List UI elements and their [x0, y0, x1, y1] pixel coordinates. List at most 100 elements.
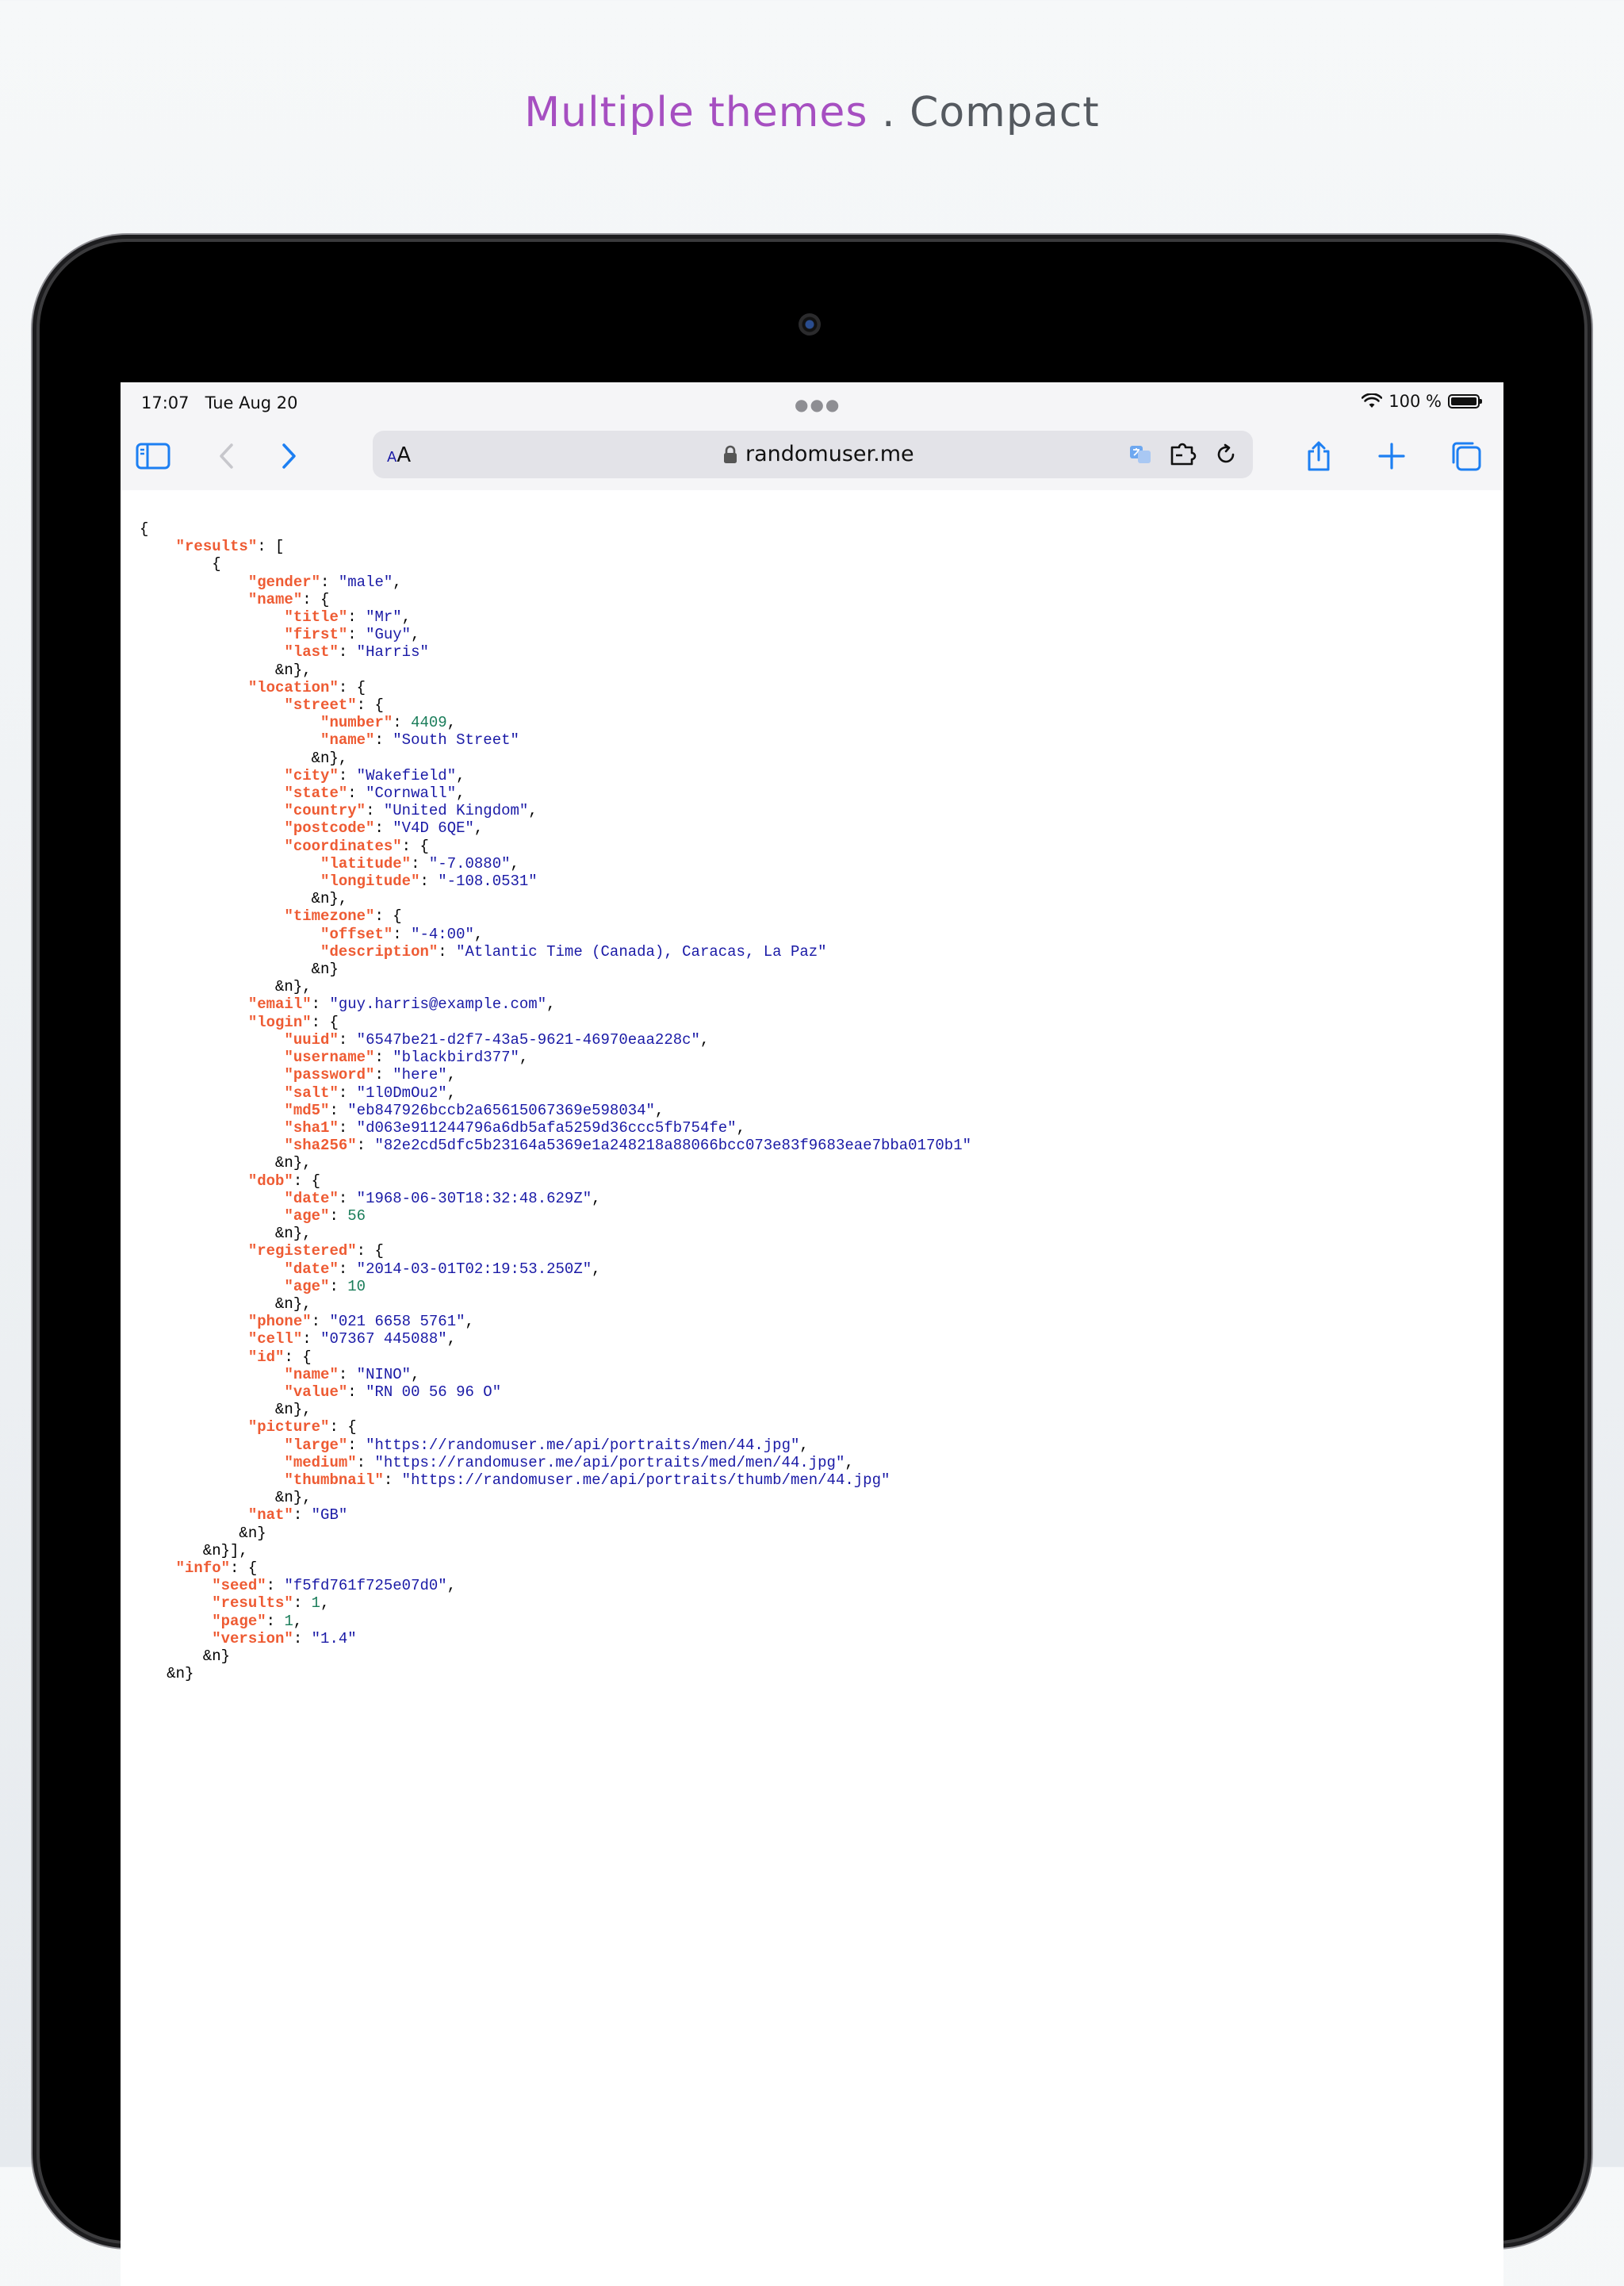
tabs-icon [1452, 442, 1481, 471]
json-punct [140, 626, 284, 643]
json-punct [140, 731, 320, 749]
json-key: "dob" [247, 1172, 293, 1190]
json-viewer: { "results": [ { "gender": "male", "name… [140, 520, 1503, 1682]
json-punct: : [347, 608, 366, 627]
json-string: "https://randomuser.me/api/portraits/men… [366, 1436, 800, 1454]
forward-button[interactable] [270, 436, 309, 476]
json-line: &n}, [140, 750, 1503, 767]
json-punct [140, 1031, 284, 1049]
json-string: "07367 445088" [320, 1330, 447, 1348]
ipad-screen: 17:07 Tue Aug 20 ●●● 100 % AA randomuser… [121, 382, 1503, 2286]
share-button[interactable] [1299, 436, 1339, 476]
json-punct: , [519, 1049, 529, 1067]
json-key: "salt" [284, 1084, 339, 1102]
json-string: "GB" [311, 1506, 348, 1525]
json-punct [140, 1084, 284, 1102]
status-time-date: 17:07 Tue Aug 20 [141, 393, 298, 412]
json-key: "coordinates" [284, 837, 402, 855]
json-line: "state": "Cornwall", [140, 784, 1503, 802]
json-punct [140, 1559, 176, 1577]
json-line: "sha1": "d063e911244796a6db5afa5259d36cc… [140, 1119, 1503, 1137]
json-key: "age" [284, 1277, 330, 1295]
json-punct [140, 926, 320, 943]
translate-button[interactable] [1126, 440, 1155, 469]
json-punct: , [473, 819, 484, 838]
json-string: "6547be21-d2f7-43a5-9621-46970eaa228c" [356, 1030, 700, 1049]
json-string: "-4:00" [411, 925, 474, 943]
json-punct: : [329, 1206, 348, 1225]
json-punct: : [293, 1594, 312, 1613]
json-key: "thumbnail" [284, 1471, 384, 1489]
json-punct [140, 784, 284, 802]
json-string: "Wakefield" [356, 766, 457, 784]
json-punct: , [446, 1066, 457, 1084]
text-size-button[interactable]: AA [387, 443, 411, 467]
json-punct: : [302, 1330, 321, 1348]
json-punct [140, 1594, 212, 1612]
page-content: { "results": [ { "gender": "male", "name… [121, 490, 1503, 2286]
address-bar[interactable]: AA randomuser.me [373, 431, 1253, 478]
tabs-overview-button[interactable] [1446, 436, 1486, 476]
json-key: "name" [247, 590, 303, 608]
json-punct: : { [302, 590, 330, 608]
json-punct: : { [356, 696, 384, 715]
json-line: "picture": { [140, 1418, 1503, 1436]
json-key: "timezone" [284, 907, 375, 926]
json-key: "nat" [247, 1506, 293, 1525]
json-punct [140, 1330, 248, 1348]
json-punct: : [293, 1506, 312, 1525]
url-host[interactable]: randomuser.me [723, 442, 914, 466]
json-punct: : [266, 1577, 285, 1595]
json-key: "login" [247, 1013, 312, 1031]
json-punct: : [329, 1101, 348, 1119]
json-line: "location": { [140, 679, 1503, 696]
json-number: 1 [311, 1594, 321, 1613]
json-punct: , [293, 1612, 303, 1630]
json-punct [140, 1137, 284, 1154]
json-punct: : [374, 1049, 393, 1067]
multitasking-dots-icon[interactable]: ●●● [795, 395, 841, 414]
json-punct: , [465, 1313, 474, 1331]
extensions-button[interactable] [1169, 440, 1197, 469]
camera-icon [799, 313, 821, 336]
json-key: "registered" [247, 1242, 357, 1260]
json-punct: , [456, 784, 465, 803]
json-line: &n}, [140, 890, 1503, 907]
json-line: "country": "United Kingdom", [140, 802, 1503, 819]
json-line: &n}, [140, 1489, 1503, 1506]
json-string: "Mr" [366, 608, 402, 627]
json-line: &n}, [140, 978, 1503, 995]
json-punct: : [411, 854, 429, 873]
json-punct [140, 538, 176, 555]
reload-icon [1217, 443, 1235, 463]
json-punct [140, 1436, 284, 1454]
json-line: &n} [140, 1647, 1503, 1665]
json-punct: &n}, [140, 890, 348, 908]
json-punct: , [411, 1365, 420, 1383]
json-punct: : [393, 925, 412, 943]
json-line: "name": "NINO", [140, 1366, 1503, 1383]
json-key: "location" [247, 678, 339, 696]
back-button[interactable] [206, 436, 246, 476]
sidebar-button[interactable] [133, 436, 173, 476]
json-punct: : [347, 784, 366, 803]
json-punct: : { [356, 1242, 384, 1260]
json-punct: , [320, 1594, 330, 1613]
json-punct: : { [329, 1418, 357, 1436]
new-tab-button[interactable] [1372, 436, 1411, 476]
json-punct: : { [338, 678, 366, 696]
json-string: "1l0DmOu2" [356, 1084, 447, 1102]
json-punct: : [338, 643, 357, 662]
json-punct: , [456, 766, 465, 784]
json-key: "picture" [247, 1418, 330, 1436]
json-line: "name": "South Street" [140, 731, 1503, 749]
json-line: "offset": "-4:00", [140, 926, 1503, 943]
json-key: "age" [284, 1206, 330, 1225]
json-punct: , [473, 925, 484, 943]
json-punct: : [293, 1629, 312, 1647]
reload-button[interactable] [1212, 440, 1240, 469]
json-line: "version": "1.4" [140, 1630, 1503, 1647]
json-key: "street" [284, 696, 357, 715]
json-string: "Harris" [356, 643, 429, 662]
json-key: "longitude" [320, 873, 420, 891]
